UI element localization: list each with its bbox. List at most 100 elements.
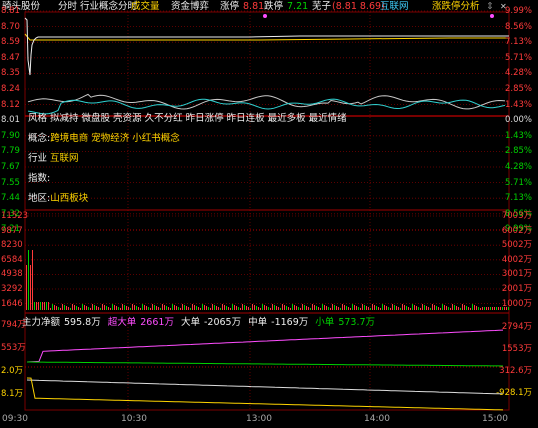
volume-bar (214, 305, 215, 310)
volume-bar (256, 306, 257, 310)
volume-bar (432, 304, 433, 310)
volume-bar (332, 304, 333, 310)
volume-bar (380, 308, 381, 310)
volume-bar (152, 304, 153, 310)
volume-bar (434, 305, 435, 310)
volume-bar (64, 305, 65, 310)
mid-value: -1169万 (271, 317, 309, 328)
volume-bar (236, 306, 237, 310)
chart-frame (24, 11, 510, 411)
volume-bar (370, 308, 371, 310)
super-large-value: 2661万 (140, 317, 174, 328)
volume-bar (250, 308, 251, 310)
volume-bar (36, 302, 37, 310)
volume-bar (34, 302, 35, 310)
style-tags: 风格 拟减持 微盘股 壳资源 久不分红 昨日涨停 昨日连板 最近多板 最近情绪 (28, 113, 347, 124)
volume-bar (62, 304, 63, 310)
volume-bar (298, 307, 299, 310)
axis-tick-label: 7.55 (1, 177, 20, 188)
volume-bar (398, 307, 399, 310)
volume-bar (118, 307, 119, 310)
volume-bar (182, 304, 183, 310)
super-large-order-line (26, 329, 504, 363)
volume-bar (356, 306, 357, 310)
volume-bar (494, 307, 495, 310)
time-label: 13:00 (246, 414, 272, 424)
volume-bar (394, 305, 395, 310)
axis-tick-label: 8.24 (1, 84, 20, 94)
axis-tick-label: 2001万 (501, 284, 532, 294)
volume-bar (240, 308, 241, 310)
volume-bar (156, 306, 157, 310)
industry-value[interactable]: 互联网 (50, 153, 79, 164)
volume-bar (436, 306, 437, 310)
volume-bar (96, 306, 97, 310)
volume-bar (104, 305, 105, 310)
volume-bar (192, 304, 193, 310)
volume-bar (262, 304, 263, 310)
volume-bar (312, 304, 313, 310)
volume-bar (498, 307, 499, 310)
volume-bar (184, 305, 185, 310)
axis-tick-label: 9877 (1, 225, 23, 236)
volume-bar (334, 305, 335, 310)
volume-bar (304, 305, 305, 310)
volume-bar (352, 304, 353, 310)
volume-bar (454, 305, 455, 310)
volume-bar (148, 307, 149, 310)
axis-tick-label: 553万 (1, 343, 26, 353)
volume-bar (162, 304, 163, 310)
volume-bar (306, 306, 307, 310)
axis-tick-label: 7.79 (1, 146, 20, 157)
axis-tick-label: 8230 (1, 240, 23, 251)
volume-bar (302, 304, 303, 310)
axis-tick-label: 7.13% (504, 37, 532, 48)
chart-canvas[interactable] (0, 0, 538, 428)
volume-bar (260, 308, 261, 310)
volume-bar (270, 308, 271, 310)
volume-bar (280, 308, 281, 310)
volume-bar (142, 304, 143, 310)
volume-bar (248, 307, 249, 310)
volume-bar (464, 305, 465, 310)
volume-bar (416, 306, 417, 310)
region-value[interactable]: 山西板块 (50, 193, 88, 204)
concept-value[interactable]: 跨境电商 宠物经济 小红书概念 (50, 133, 180, 144)
axis-tick-label: 312.6万 (499, 366, 532, 376)
volume-bar (138, 307, 139, 310)
volume-bar (190, 308, 191, 310)
volume-bar (486, 307, 487, 310)
volume-bar (238, 307, 239, 310)
volume-bar (268, 307, 269, 310)
volume-bar (72, 304, 73, 310)
volume-bar (206, 306, 207, 310)
volume-bar (310, 308, 311, 310)
volume-bar (406, 306, 407, 310)
volume-bar (70, 308, 71, 310)
volume-bar (98, 307, 99, 310)
volume-bar (286, 306, 287, 310)
volume-bar (26, 265, 27, 310)
volume-bar (354, 305, 355, 310)
axis-tick-label: 8.59 (1, 37, 20, 48)
volume-bar (374, 305, 375, 310)
volume-bar (120, 308, 121, 310)
volume-bar (366, 306, 367, 310)
volume-bar (390, 308, 391, 310)
axis-tick-label: 8.01 (1, 115, 20, 126)
volume-bar (500, 307, 501, 310)
marker-icon (490, 14, 494, 18)
volume-bar (314, 305, 315, 310)
volume-bar (430, 308, 431, 310)
volume-bar (340, 308, 341, 310)
axis-tick-label: 9.99% (504, 6, 532, 16)
volume-bar (100, 308, 101, 310)
volume-bar (58, 307, 59, 310)
volume-bar (144, 305, 145, 310)
volume-bar (420, 308, 421, 310)
time-label: 10:30 (121, 414, 147, 424)
volume-bar (414, 305, 415, 310)
volume-bar (146, 306, 147, 310)
axis-tick-label: 1646 (1, 298, 23, 309)
volume-bar (492, 307, 493, 310)
